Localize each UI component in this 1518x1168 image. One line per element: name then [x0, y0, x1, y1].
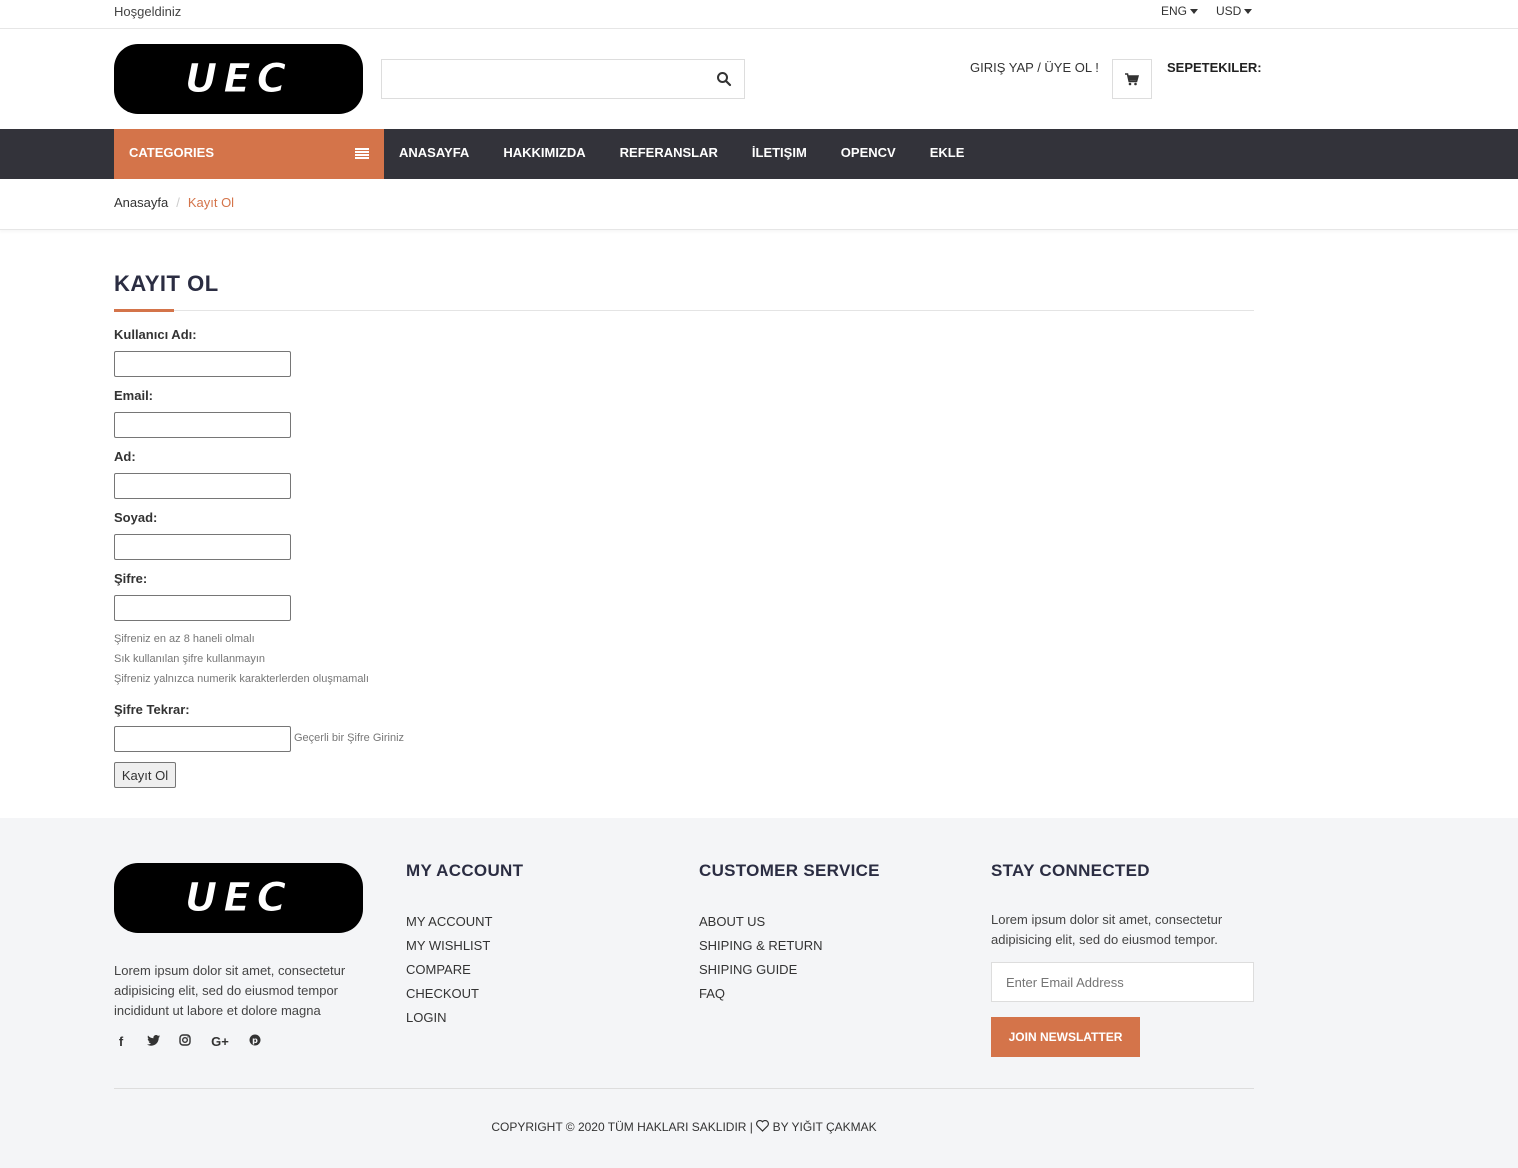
welcome-text: Hoşgeldiniz	[114, 4, 182, 19]
my-account-heading: MY ACCOUNT	[406, 861, 524, 880]
copyright-text: COPYRIGHT © 2020 TÜM HAKLARI SAKLIDIR |	[491, 1120, 753, 1134]
name-label: Ad:	[114, 449, 136, 464]
my-account-links: MY ACCOUNT MY WISHLIST COMPARE CHECKOUT …	[406, 914, 492, 1034]
breadcrumb-current: Kayıt Ol	[187, 195, 235, 210]
breadcrumb-separator: /	[176, 195, 180, 210]
facebook-icon[interactable]: f	[114, 1034, 128, 1049]
join-newsletter-button[interactable]: JOIN NEWSLATTER	[991, 1017, 1140, 1057]
search-icon[interactable]	[716, 71, 732, 87]
search-input[interactable]	[382, 60, 702, 98]
footer-about-text: Lorem ipsum dolor sit amet, consectetur …	[114, 963, 346, 1018]
footer-link-checkout[interactable]: CHECKOUT	[406, 986, 492, 1002]
nav-item-hakkimizda[interactable]: HAKKIMIZDA	[486, 129, 602, 179]
currency-selector[interactable]: USD	[1216, 4, 1253, 18]
cart-icon	[1125, 72, 1139, 85]
customer-service-heading: CUSTOMER SERVICE	[699, 861, 880, 880]
password-field[interactable]	[114, 595, 291, 621]
cart-label: SEPETEKILER:	[1167, 60, 1262, 75]
password-hint-numeric: Şifreniz yalnızca numerik karakterlerden…	[114, 673, 369, 685]
nav-item-anasayfa[interactable]: ANASAYFA	[382, 129, 486, 179]
footer-logo-text: UEC	[184, 875, 293, 922]
language-selector[interactable]: ENG	[1161, 4, 1199, 18]
footer-logo[interactable]: UEC	[114, 863, 363, 933]
copyright-author: BY YIĞIT ÇAKMAK	[772, 1120, 877, 1134]
footer-link-faq[interactable]: FAQ	[699, 986, 823, 1002]
footer-link-shipping-guide[interactable]: SHIPING GUIDE	[699, 962, 823, 978]
footer: UEC Lorem ipsum dolor sit amet, consecte…	[0, 818, 1518, 1168]
top-bar: Hoşgeldiniz ENG USD	[0, 0, 1518, 29]
name-field[interactable]	[114, 473, 291, 499]
customer-service-links: ABOUT US SHIPING & RETURN SHIPING GUIDE …	[699, 914, 823, 1010]
chevron-down-icon	[1244, 9, 1253, 15]
copyright: COPYRIGHT © 2020 TÜM HAKLARI SAKLIDIR | …	[0, 1119, 1368, 1134]
stay-connected-heading: STAY CONNECTED	[991, 861, 1150, 880]
footer-link-about-us[interactable]: ABOUT US	[699, 914, 823, 930]
footer-link-login[interactable]: LOGIN	[406, 1010, 492, 1026]
search-box	[381, 59, 745, 99]
heart-icon	[756, 1119, 770, 1132]
title-accent-bar	[114, 309, 174, 312]
social-links: f G+ p	[114, 1034, 262, 1049]
password-repeat-field[interactable]	[114, 726, 291, 752]
footer-link-shipping-return[interactable]: SHIPING & RETURN	[699, 938, 823, 954]
currency-value: USD	[1216, 4, 1242, 18]
nav-item-opencv[interactable]: OPENCV	[824, 129, 913, 179]
instagram-icon[interactable]	[178, 1034, 192, 1049]
password-repeat-hint: Geçerli bir Şifre Giriniz	[294, 732, 405, 744]
menu-icon	[355, 148, 369, 160]
categories-label: CATEGORIES	[129, 145, 214, 160]
page-title: KAYIT OL	[114, 271, 219, 296]
breadcrumb-home[interactable]: Anasayfa	[114, 195, 168, 210]
title-divider	[114, 310, 1254, 311]
email-field[interactable]	[114, 412, 291, 438]
twitter-icon[interactable]	[146, 1034, 160, 1049]
nav-item-referanslar[interactable]: REFERANSLAR	[603, 129, 735, 179]
surname-label: Soyad:	[114, 510, 158, 525]
footer-link-my-account[interactable]: MY ACCOUNT	[406, 914, 492, 930]
login-register-link[interactable]: GIRIŞ YAP / ÜYE OL !	[970, 60, 1099, 75]
categories-button[interactable]: CATEGORIES	[114, 129, 384, 179]
site-logo[interactable]: UEC	[114, 44, 363, 114]
stay-connected-text: Lorem ipsum dolor sit amet, consectetur …	[991, 912, 1223, 947]
pinterest-icon[interactable]: p	[248, 1034, 262, 1049]
footer-link-my-wishlist[interactable]: MY WISHLIST	[406, 938, 492, 954]
footer-divider	[114, 1088, 1254, 1089]
breadcrumb: Anasayfa / Kayıt Ol	[0, 179, 1518, 230]
email-label: Email:	[114, 388, 154, 403]
chevron-down-icon	[1190, 9, 1199, 15]
logo-text: UEC	[184, 56, 293, 103]
footer-link-compare[interactable]: COMPARE	[406, 962, 492, 978]
password-hint-common: Sık kullanılan şifre kullanmayın	[114, 653, 266, 665]
surname-field[interactable]	[114, 534, 291, 560]
nav-item-iletisim[interactable]: İLETIŞIM	[735, 129, 824, 179]
google-plus-icon[interactable]: G+	[210, 1034, 230, 1049]
nav-item-ekle[interactable]: EKLE	[913, 129, 982, 179]
register-button[interactable]: Kayıt Ol	[114, 762, 176, 788]
username-label: Kullanıcı Adı:	[114, 327, 197, 342]
password-label: Şifre:	[114, 571, 148, 586]
password-repeat-label: Şifre Tekrar:	[114, 702, 190, 717]
language-value: ENG	[1161, 4, 1188, 18]
svg-text:p: p	[252, 1036, 258, 1045]
cart-button[interactable]	[1112, 59, 1152, 99]
nav-menu: ANASAYFA HAKKIMIZDA REFERANSLAR İLETIŞIM…	[382, 129, 981, 179]
password-hint-length: Şifreniz en az 8 haneli olmalı	[114, 633, 255, 645]
newsletter-email-input[interactable]	[991, 962, 1254, 1002]
main-navigation: CATEGORIES ANASAYFA HAKKIMIZDA REFERANSL…	[0, 129, 1518, 179]
username-field[interactable]	[114, 351, 291, 377]
